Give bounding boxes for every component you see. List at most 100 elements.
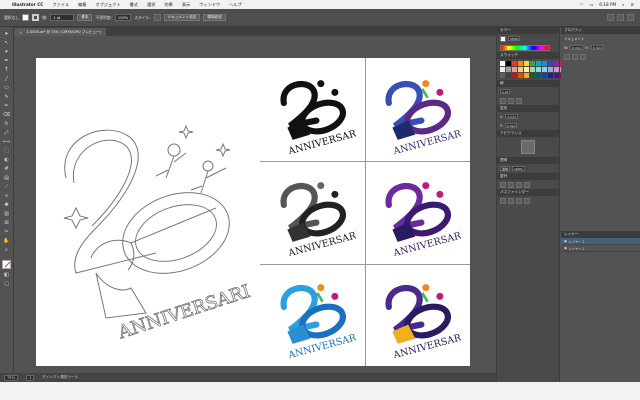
intersect-icon[interactable] [516,197,522,204]
pathfinder-panel-header[interactable]: パスファインダー [497,189,559,196]
rectangle-tool-icon[interactable]: ▭ [3,85,11,91]
swatch-chip[interactable] [530,67,535,72]
wifi-icon[interactable]: ◠ [580,2,584,7]
menu-select[interactable]: 選択 [147,2,155,8]
arrange-icon[interactable] [607,14,614,21]
canvas[interactable]: ANNIVERSARI ANNIVERSARI ANNIVERSARI ANNI… [14,36,496,373]
stroke-swatch[interactable] [32,14,40,21]
swatch-chip[interactable] [542,73,547,78]
symbol-sprayer-tool-icon[interactable]: ✺ [3,202,11,208]
document-setup-button[interactable]: ドキュメント設定 [163,14,201,21]
guides-icon[interactable] [572,53,578,60]
graphic-style-icon[interactable] [153,14,161,21]
stroke-panel-header[interactable]: 線 [497,80,559,87]
zoom-field[interactable]: 75% [4,374,18,381]
menu-object[interactable]: オブジェクト [96,2,121,8]
fill-swatch[interactable] [22,14,30,21]
menu-help[interactable]: ヘルプ [229,2,242,8]
swatch-chip[interactable] [518,73,523,78]
swatch-chip[interactable] [554,61,559,66]
swatches-panel-header[interactable]: スウォッチ [497,52,559,59]
menu-clock[interactable]: 6:18 PM [599,2,616,7]
swatch-grid[interactable] [497,59,571,80]
h-field[interactable]: 0 mm [590,45,604,50]
logo-grayscale[interactable]: ANNIVERSARI [268,168,356,256]
swatch-chip[interactable] [524,73,529,78]
menu-effect[interactable]: 効果 [164,2,172,8]
swatch-chip[interactable] [512,67,517,72]
direct-selection-tool-icon[interactable]: ↖ [3,40,11,46]
swatch-chip[interactable] [548,67,553,72]
swatch-chip[interactable] [518,67,523,72]
menu-edit[interactable]: 編集 [78,2,86,8]
shape-builder-tool-icon[interactable]: ◐ [3,157,11,163]
magic-wand-tool-icon[interactable]: ✦ [3,49,11,55]
paintbrush-tool-icon[interactable]: ✎ [3,94,11,100]
rotate-tool-icon[interactable]: ↻ [3,121,11,127]
swatch-chip[interactable] [542,67,547,72]
menu-window[interactable]: ウィンドウ [199,2,220,8]
stroke-weight-panel-field[interactable]: 1 pt [500,89,510,94]
swatch-chip[interactable] [524,67,529,72]
swatch-chip[interactable] [554,67,559,72]
logo-color-4[interactable]: ANNIVERSARI [373,270,461,358]
transform-panel-header[interactable]: 変形 [497,105,559,112]
cap-icon[interactable] [500,97,506,104]
menu-view[interactable]: 表示 [182,2,190,8]
hand-tool-icon[interactable]: ✋ [3,238,11,244]
slice-tool-icon[interactable]: ✂ [3,229,11,235]
properties-panel-header[interactable]: プロパティ [561,27,640,34]
search-icon[interactable]: ⌕ [622,2,624,7]
layers-panel-header[interactable]: レイヤー [561,231,640,238]
opacity-field[interactable]: 100% [114,14,132,21]
align-left-icon[interactable] [500,181,506,188]
pencil-tool-icon[interactable]: ✏ [3,103,11,109]
zoom-tool-icon[interactable]: ⌕ [3,247,11,253]
line-tool-icon[interactable]: ╱ [3,76,11,82]
selection-tool-icon[interactable]: ➤ [3,31,11,37]
ruler-icon[interactable] [580,53,586,60]
logo-color-1[interactable]: ANNIVERSARI [373,66,461,154]
swatch-chip[interactable] [506,67,511,72]
panel-menu-icon[interactable] [627,14,634,21]
eyedropper-tool-icon[interactable]: ⟋ [3,184,11,190]
swatch-chip[interactable] [524,61,529,66]
x-field[interactable]: 0 mm [505,114,519,119]
swatch-chip[interactable] [536,61,541,66]
eraser-tool-icon[interactable]: ⌫ [3,112,11,118]
battery-icon[interactable]: ▭ [589,2,593,7]
color-mode-field[interactable]: CMYK [508,36,521,41]
document-tab[interactable]: × 1-0000.ai* @ 75% (CMYK/GPU プレビュー) [14,28,107,36]
opacity-panel-field[interactable]: 100% [512,166,525,171]
swatch-chip[interactable] [548,73,553,78]
menu-list-icon[interactable]: ≡ [630,2,634,7]
swatch-chip[interactable] [500,67,505,72]
layer-row[interactable]: ◉ レイヤー 2 [561,245,640,252]
swatch-chip[interactable] [536,73,541,78]
align-top-icon[interactable] [524,181,530,188]
swatch-chip[interactable] [536,67,541,72]
free-transform-tool-icon[interactable]: ⬚ [3,148,11,154]
blend-tool-icon[interactable]: ∞ [3,193,11,199]
swatch-chip[interactable] [500,73,505,78]
pen-tool-icon[interactable]: ✒ [3,58,11,64]
menu-app-name[interactable]: Illustrator CC [12,2,43,7]
minus-front-icon[interactable] [508,197,514,204]
menu-file[interactable]: ファイル [52,2,69,8]
swatch-chip[interactable] [554,73,559,78]
swatch-chip[interactable] [512,61,517,66]
swatch-chip[interactable] [518,61,523,66]
logo-color-3[interactable]: ANNIVERSARI [268,270,356,358]
unite-icon[interactable] [500,197,506,204]
layer-row[interactable]: ◉ レイヤー 1 [561,238,640,245]
artboard-variants[interactable]: ANNIVERSARI ANNIVERSARI ANNIVERSARI ANNI… [260,58,470,366]
swatch-chip[interactable] [506,73,511,78]
swatch-chip[interactable] [506,61,511,66]
blend-mode-field[interactable]: 通常 [500,166,511,171]
y-field[interactable]: 0 mm [504,123,518,128]
align-icon[interactable] [617,14,624,21]
gradient-tool-icon[interactable]: ▤ [3,175,11,181]
align-center-icon[interactable] [508,181,514,188]
color-panel-header[interactable]: カラー [497,27,559,34]
graph-tool-icon[interactable]: ▥ [3,211,11,217]
